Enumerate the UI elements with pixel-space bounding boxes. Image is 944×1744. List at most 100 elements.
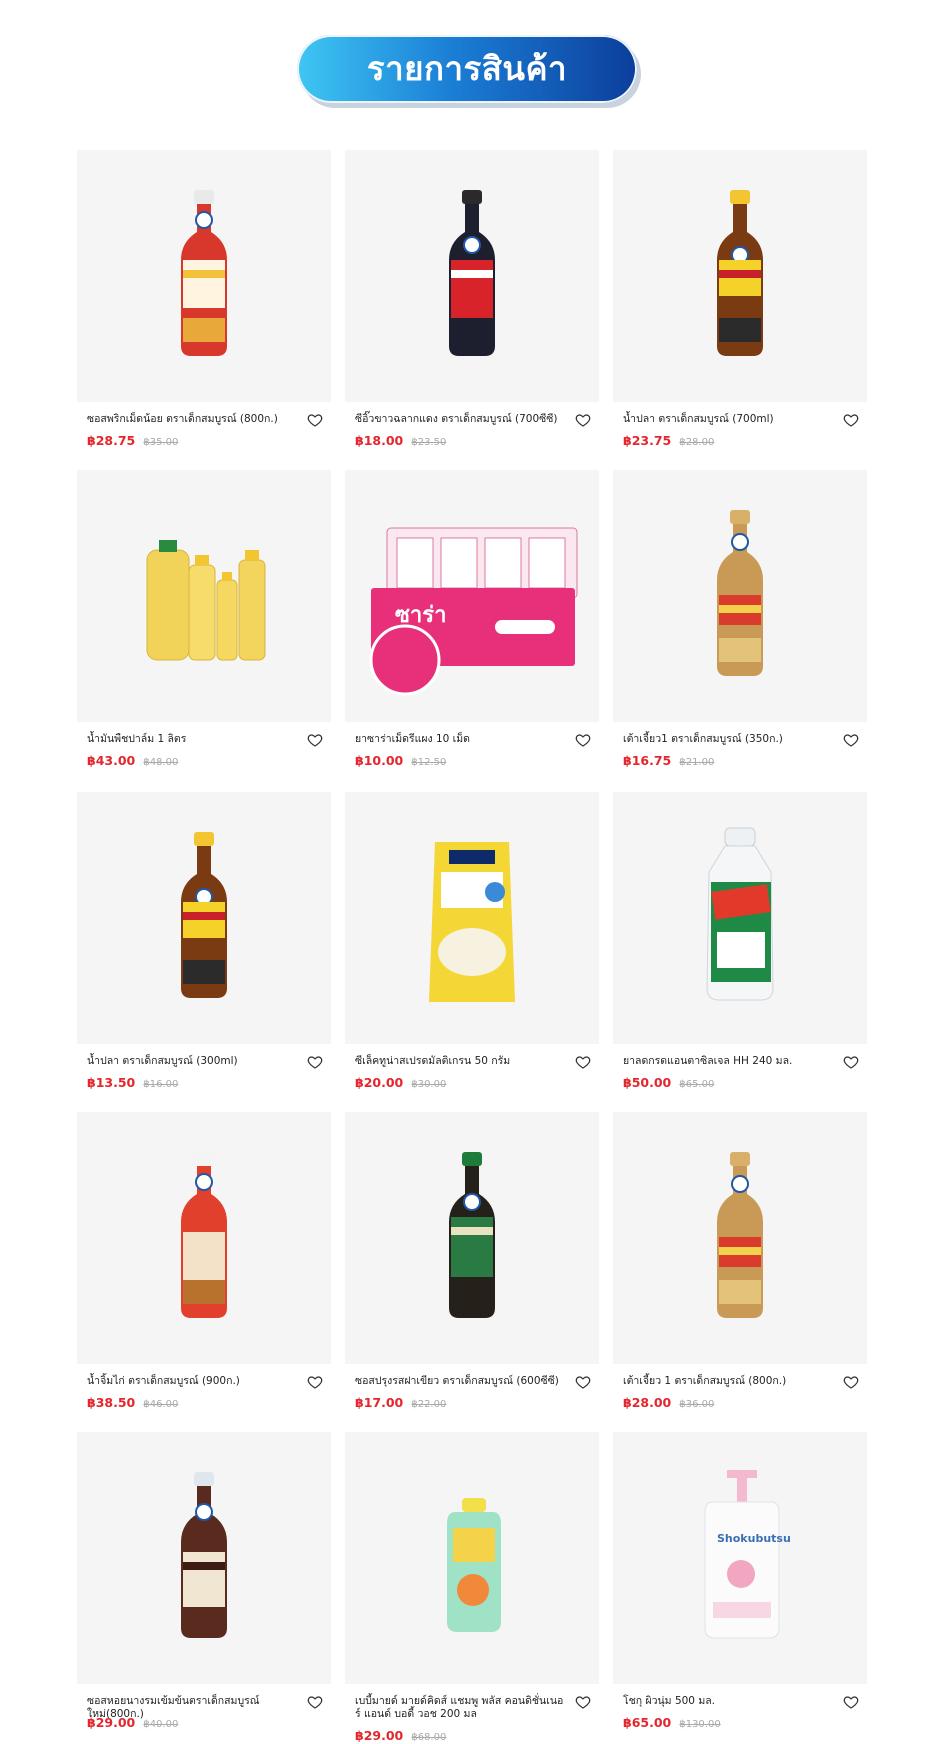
product-image[interactable]: [77, 470, 331, 722]
product-price: ฿20.00: [355, 1075, 404, 1090]
price-row: ฿28.75 ฿35.00: [87, 430, 178, 449]
heart-icon[interactable]: [843, 1374, 859, 1390]
product-photo: [447, 1498, 501, 1632]
product-image[interactable]: [345, 1432, 599, 1684]
price-row: ฿10.00 ฿12.50: [355, 750, 446, 769]
heart-icon[interactable]: [307, 412, 323, 428]
product-name[interactable]: เต้าเจี้ยว1 ตราเด็กสมบูรณ์ (350ก.): [623, 733, 833, 746]
heart-icon[interactable]: [307, 1694, 323, 1710]
product-old-price: ฿68.00: [411, 1732, 447, 1743]
heart-icon[interactable]: [575, 732, 591, 748]
price-row: ฿18.00 ฿23.50: [355, 430, 446, 449]
product-photo: [449, 1152, 495, 1318]
product-name[interactable]: น้ำจิ้มไก่ ตราเด็กสมบูรณ์ (900ก.): [87, 1375, 297, 1388]
product-price: ฿18.00: [355, 433, 404, 448]
product-image[interactable]: ซาร่า: [345, 470, 599, 722]
price-row: ฿65.00 ฿130.00: [623, 1712, 721, 1731]
page-title: รายการสินค้า: [366, 49, 568, 88]
product-price: ฿16.75: [623, 753, 672, 768]
heart-icon[interactable]: [575, 1054, 591, 1070]
price-row: ฿29.00 ฿40.00: [87, 1712, 178, 1731]
product-price: ฿13.50: [87, 1075, 136, 1090]
price-row: ฿38.50 ฿46.00: [87, 1392, 178, 1411]
product-price: ฿29.00: [87, 1715, 136, 1730]
product-price: ฿28.00: [623, 1395, 672, 1410]
product-image[interactable]: [77, 1432, 331, 1684]
price-row: ฿16.75 ฿21.00: [623, 750, 714, 769]
product-price: ฿43.00: [87, 753, 136, 768]
product-old-price: ฿21.00: [679, 757, 715, 768]
product-image[interactable]: [77, 792, 331, 1044]
product-old-price: ฿130.00: [679, 1719, 721, 1730]
product-photo: [717, 510, 763, 676]
product-name[interactable]: ซอสพริกเม็ดน้อย ตราเด็กสมบูรณ์ (800ก.): [87, 413, 297, 426]
product-image[interactable]: [77, 150, 331, 402]
price-row: ฿43.00 ฿48.00: [87, 750, 178, 769]
product-price: ฿28.75: [87, 433, 136, 448]
product-name[interactable]: น้ำปลา ตราเด็กสมบูรณ์ (700ml): [623, 413, 833, 426]
product-photo: [429, 842, 515, 1002]
product-image[interactable]: [613, 470, 867, 722]
product-old-price: ฿65.00: [679, 1079, 715, 1090]
product-old-price: ฿30.00: [411, 1079, 447, 1090]
product-old-price: ฿35.00: [143, 437, 179, 448]
product-name[interactable]: ยาซาร่าเม็ดรีแผง 10 เม็ด: [355, 733, 565, 746]
product-photo: ซาร่า: [369, 527, 578, 696]
product-old-price: ฿22.00: [411, 1399, 447, 1410]
product-image[interactable]: [613, 792, 867, 1044]
product-old-price: ฿23.50: [411, 437, 447, 448]
heart-icon[interactable]: [575, 1374, 591, 1390]
product-price: ฿50.00: [623, 1075, 672, 1090]
price-row: ฿29.00 ฿68.00: [355, 1725, 446, 1744]
heart-icon[interactable]: [843, 1694, 859, 1710]
product-image[interactable]: [345, 792, 599, 1044]
product-photo: [181, 1472, 227, 1638]
product-old-price: ฿12.50: [411, 757, 447, 768]
product-name[interactable]: น้ำมันพืชปาล์ม 1 ลิตร: [87, 733, 297, 746]
heart-icon[interactable]: [307, 1054, 323, 1070]
product-image[interactable]: Shokubutsu: [613, 1432, 867, 1684]
product-name[interactable]: เต้าเจี้ยว 1 ตราเด็กสมบูรณ์ (800ก.): [623, 1375, 833, 1388]
product-photo: [717, 190, 763, 356]
product-photo: [146, 540, 266, 661]
product-photo: [706, 827, 774, 1001]
heart-icon[interactable]: [307, 1374, 323, 1390]
product-photo: [181, 1152, 227, 1318]
product-image[interactable]: [345, 1112, 599, 1364]
heart-icon[interactable]: [843, 412, 859, 428]
price-row: ฿23.75 ฿28.00: [623, 430, 714, 449]
product-photo: Shokubutsu: [704, 1470, 791, 1639]
product-price: ฿65.00: [623, 1715, 672, 1730]
product-old-price: ฿36.00: [679, 1399, 715, 1410]
product-old-price: ฿46.00: [143, 1399, 179, 1410]
product-photo: [449, 190, 495, 356]
heart-icon[interactable]: [843, 732, 859, 748]
heart-icon[interactable]: [575, 412, 591, 428]
product-photo: [717, 1152, 763, 1318]
product-name[interactable]: ซีอิ๊วขาวฉลากแดง ตราเด็กสมบูรณ์ (700ซีซี…: [355, 413, 565, 426]
price-row: ฿13.50 ฿16.00: [87, 1072, 178, 1091]
product-price: ฿38.50: [87, 1395, 136, 1410]
heart-icon[interactable]: [843, 1054, 859, 1070]
product-old-price: ฿48.00: [143, 757, 179, 768]
svg-text:ซาร่า: ซาร่า: [395, 603, 446, 628]
heart-icon[interactable]: [575, 1694, 591, 1710]
price-row: ฿28.00 ฿36.00: [623, 1392, 714, 1411]
product-price: ฿17.00: [355, 1395, 404, 1410]
price-row: ฿17.00 ฿22.00: [355, 1392, 446, 1411]
price-row: ฿50.00 ฿65.00: [623, 1072, 714, 1091]
product-name[interactable]: ซอสปรุงรสฝาเขียว ตราเด็กสมบูรณ์ (600ซีซี…: [355, 1375, 565, 1388]
product-image[interactable]: [345, 150, 599, 402]
product-old-price: ฿28.00: [679, 437, 715, 448]
heart-icon[interactable]: [307, 732, 323, 748]
product-image[interactable]: [77, 1112, 331, 1364]
page-title-banner: รายการสินค้า: [297, 35, 642, 107]
product-name[interactable]: ซีเล็คทูน่าสเปรดมัลติเกรน 50 กรัม: [355, 1055, 565, 1068]
product-image[interactable]: [613, 1112, 867, 1364]
product-name[interactable]: เบบี้มายด์ มายด์คิดส์ แชมพู พลัส คอนดิชั…: [355, 1695, 565, 1721]
price-row: ฿20.00 ฿30.00: [355, 1072, 446, 1091]
product-name[interactable]: น้ำปลา ตราเด็กสมบูรณ์ (300ml): [87, 1055, 297, 1068]
product-name[interactable]: โชกุ ผิวนุ่ม 500 มล.: [623, 1695, 833, 1708]
product-name[interactable]: ยาลดกรดแอนตาซิลเจล HH 240 มล.: [623, 1055, 833, 1068]
product-image[interactable]: [613, 150, 867, 402]
